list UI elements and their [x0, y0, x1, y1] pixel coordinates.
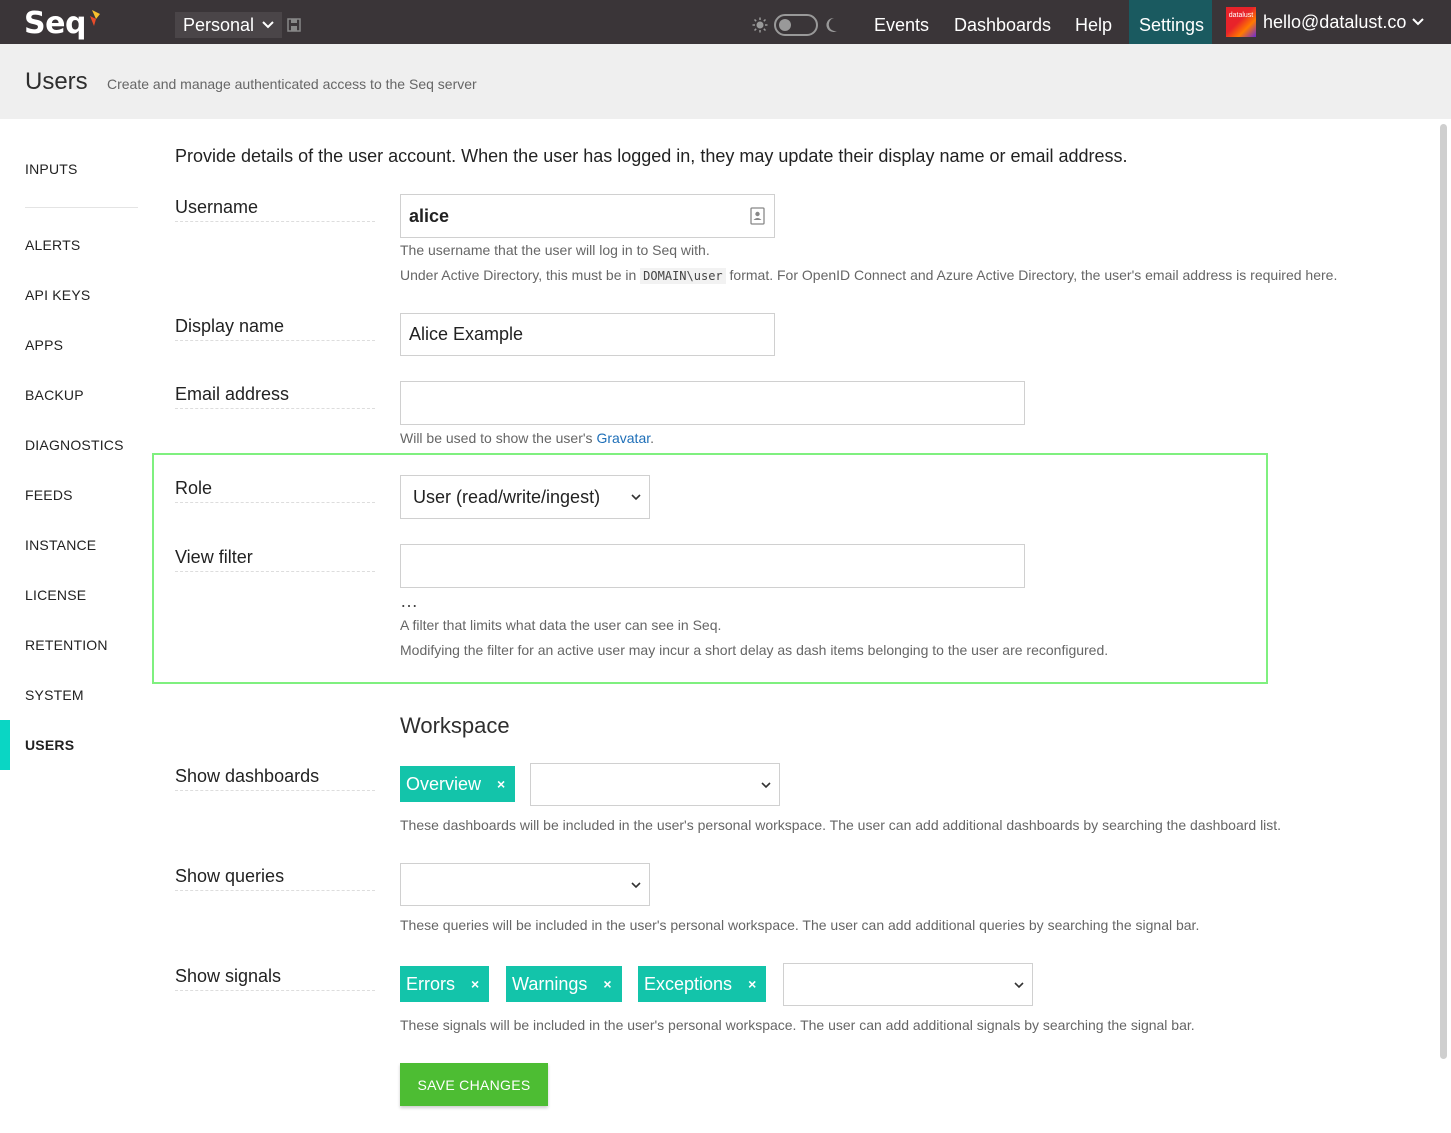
email-help: Will be used to show the user's Gravatar…	[400, 430, 654, 446]
sidebar-item-diagnostics[interactable]: DIAGNOSTICS	[25, 437, 124, 453]
workspace-name: Personal	[183, 14, 255, 35]
role-select[interactable]: User (read/write/ingest)	[400, 475, 650, 519]
chevron-down-icon	[631, 881, 641, 888]
contact-card-icon[interactable]	[750, 207, 765, 225]
username-help-1: The username that the user will log in t…	[400, 242, 710, 258]
workspace-title: Workspace	[400, 713, 510, 738]
username-help-text: format. For OpenID Connect and Azure Act…	[725, 267, 1338, 283]
sidebar-item-apps[interactable]: APPS	[25, 337, 63, 353]
display-name-field[interactable]: Alice Example	[400, 313, 775, 356]
email-label: Email address	[175, 384, 375, 409]
page-header: Users Create and manage authenticated ac…	[0, 44, 1451, 119]
sidebar-item-inputs[interactable]: INPUTS	[25, 161, 78, 177]
queries-help: These queries will be included in the us…	[400, 917, 1200, 933]
queries-select[interactable]	[400, 863, 650, 906]
avatar: datalust	[1226, 7, 1256, 37]
chip-label: Overview	[406, 773, 482, 794]
dashboards-help: These dashboards will be included in the…	[400, 817, 1282, 833]
sidebar-active-indicator	[0, 720, 10, 770]
view-filter-help-1: A filter that limits what data the user …	[400, 617, 722, 633]
view-filter-label: View filter	[175, 547, 375, 572]
show-queries-label: Show queries	[175, 866, 375, 891]
username-help-text: Under Active Directory, this must be in	[400, 267, 641, 283]
gravatar-link[interactable]: Gravatar	[596, 430, 650, 446]
seq-logo[interactable]: Seq	[24, 6, 86, 41]
sidebar-item-system[interactable]: SYSTEM	[25, 687, 84, 703]
sidebar-divider	[25, 207, 138, 208]
nav-events[interactable]: Events	[860, 0, 943, 44]
toggle-knob	[779, 19, 791, 31]
username-label: Username	[175, 197, 375, 222]
top-bar: Seq Personal Events Dashboards Help Sett…	[0, 0, 1451, 44]
view-filter-help-2: Modifying the filter for an active user …	[400, 642, 1109, 658]
sidebar-item-backup[interactable]: BACKUP	[25, 387, 84, 403]
dashboard-chip-overview: Overview ×	[400, 766, 516, 802]
save-changes-button[interactable]: SAVE CHANGES	[400, 1063, 548, 1106]
chevron-down-icon	[631, 494, 641, 501]
chevron-down-icon	[1412, 18, 1425, 26]
nav-help[interactable]: Help	[1061, 0, 1126, 44]
chip-remove-button[interactable]: ×	[493, 776, 509, 792]
form-intro: Provide details of the user account. Whe…	[175, 146, 1128, 166]
save-workspace-icon[interactable]	[287, 18, 301, 32]
seq-logo-mark-icon	[90, 10, 100, 26]
sidebar-item-feeds[interactable]: FEEDS	[25, 487, 73, 503]
chip-remove-button[interactable]: ×	[744, 976, 760, 992]
sidebar-item-license[interactable]: LICENSE	[25, 587, 86, 603]
email-help-text: Will be used to show the user's	[400, 430, 597, 446]
role-label: Role	[175, 478, 375, 503]
signals-help: These signals will be included in the us…	[400, 1017, 1195, 1033]
workspace-selector[interactable]: Personal	[175, 12, 283, 38]
chevron-down-icon	[761, 781, 771, 788]
sidebar-item-users[interactable]: USERS	[25, 737, 74, 753]
show-dashboards-label: Show dashboards	[175, 766, 375, 791]
signal-chip-exceptions: Exceptions ×	[638, 966, 767, 1002]
signal-chip-warnings: Warnings ×	[506, 966, 622, 1002]
username-field[interactable]: alice	[400, 194, 775, 238]
signal-chip-errors: Errors ×	[400, 966, 490, 1002]
user-menu[interactable]: datalust hello@datalust.co	[1226, 0, 1425, 44]
nav-settings[interactable]: Settings	[1129, 0, 1212, 44]
dashboards-select[interactable]	[530, 763, 780, 806]
theme-switcher	[752, 14, 838, 36]
view-filter-field[interactable]	[400, 544, 1025, 588]
nav-dashboards[interactable]: Dashboards	[940, 0, 1065, 44]
sidebar-item-alerts[interactable]: ALERTS	[25, 237, 80, 253]
display-name-value: Alice Example	[409, 324, 524, 344]
sun-icon	[752, 17, 768, 33]
user-email: hello@datalust.co	[1263, 11, 1407, 32]
sidebar-item-instance[interactable]: INSTANCE	[25, 537, 96, 553]
email-help-text: .	[650, 430, 655, 446]
show-signals-label: Show signals	[175, 966, 375, 991]
chip-label: Warnings	[512, 973, 588, 994]
signals-select[interactable]	[783, 963, 1033, 1006]
role-value: User (read/write/ingest)	[413, 486, 601, 507]
view-filter-ellipsis[interactable]: …	[400, 591, 418, 612]
theme-toggle[interactable]	[774, 14, 818, 36]
page-subtitle: Create and manage authenticated access t…	[107, 76, 477, 92]
scrollbar[interactable]	[1440, 124, 1447, 1059]
username-help-2: Under Active Directory, this must be in …	[400, 267, 1338, 284]
sidebar-item-api-keys[interactable]: API KEYS	[25, 287, 90, 303]
email-field[interactable]	[400, 381, 1025, 425]
moon-icon	[826, 17, 837, 32]
username-format-code: DOMAIN\user	[640, 268, 726, 284]
page-title: Users	[25, 68, 88, 95]
username-value: alice	[409, 206, 450, 226]
chevron-down-icon	[262, 21, 274, 29]
chip-remove-button[interactable]: ×	[467, 976, 483, 992]
chip-remove-button[interactable]: ×	[599, 976, 615, 992]
chip-label: Exceptions	[644, 973, 733, 994]
sidebar-item-retention[interactable]: RETENTION	[25, 637, 108, 653]
chevron-down-icon	[1014, 981, 1024, 988]
display-name-label: Display name	[175, 316, 375, 341]
chip-label: Errors	[406, 973, 455, 994]
